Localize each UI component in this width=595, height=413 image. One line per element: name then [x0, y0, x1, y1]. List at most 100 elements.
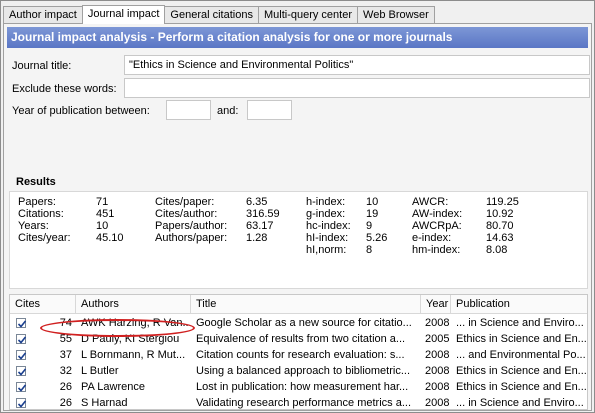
metric-value: 6.35 [246, 196, 268, 208]
metric-value: 10 [96, 220, 109, 232]
metric-label: Cites/year: [18, 232, 71, 244]
tab-author-impact[interactable]: Author impact [3, 6, 83, 23]
metric-label: AWCRpA: [412, 220, 462, 232]
metric-value: 45.10 [96, 232, 124, 244]
cell-title: Citation counts for research evaluation:… [196, 349, 405, 361]
row-checkbox[interactable] [16, 334, 27, 344]
metric-label: Cites/paper: [155, 196, 215, 208]
cell-cites: 74 [59, 317, 72, 329]
journal-impact-panel: Journal impact analysis - Perform a cita… [3, 23, 592, 411]
cell-publication: ... in Science and Enviro... [456, 397, 584, 409]
cell-title: Using a balanced approach to bibliometri… [196, 365, 411, 377]
cell-title: Validating research performance metrics … [196, 397, 411, 409]
exclude-words-input[interactable] [124, 78, 590, 98]
cell-year: 2005 [425, 333, 450, 345]
journal-title-input[interactable]: "Ethics in Science and Environmental Pol… [124, 55, 590, 75]
metric-value: 80.70 [486, 220, 514, 232]
metric-label: AW-index: [412, 208, 463, 220]
table-row[interactable]: 26 PA Lawrence Lost in publication: how me… [10, 379, 587, 395]
exclude-words-label: Exclude these words: [12, 83, 117, 95]
cell-publication: ... and Environmental Po... [456, 349, 586, 361]
tab-bar: Author impact Journal impact General cit… [3, 5, 435, 24]
row-checkbox[interactable] [16, 318, 27, 328]
cell-title: Google Scholar as a new source for citat… [196, 317, 412, 329]
column-header-publication[interactable]: Publication [451, 295, 587, 314]
table-row[interactable]: 74 AWK Harzing, R Van... Google Scholar as… [10, 315, 587, 331]
year-from-input[interactable] [166, 100, 211, 120]
table-row[interactable]: 32 L Butler Using a balanced approach to b… [10, 363, 587, 379]
column-header-cites[interactable]: Cites [10, 295, 76, 314]
year-to-input[interactable] [247, 100, 292, 120]
cell-year: 2008 [425, 365, 450, 377]
cell-title: Lost in publication: how measurement har… [196, 381, 409, 393]
metric-value: 19 [366, 208, 379, 220]
metric-value: 451 [96, 208, 115, 220]
cell-authors: L Bornmann, R Mut... [81, 349, 186, 361]
cell-year: 2008 [425, 397, 450, 409]
cell-year: 2008 [425, 317, 450, 329]
metric-value: 71 [96, 196, 109, 208]
metric-label: h-index: [306, 196, 346, 208]
metric-label: AWCR: [412, 196, 449, 208]
metric-value: 9 [366, 220, 373, 232]
cell-cites: 37 [59, 349, 72, 361]
metric-label: Years: [18, 220, 49, 232]
metric-value: 14.63 [486, 232, 514, 244]
cell-publication: ... in Science and Enviro... [456, 317, 584, 329]
cell-publication: Ethics in Science and En... [456, 381, 587, 393]
metric-label: Papers/author: [155, 220, 228, 232]
tab-web-browser[interactable]: Web Browser [357, 6, 435, 23]
metric-value: 8.08 [486, 244, 508, 256]
metric-value: 119.25 [486, 196, 519, 208]
row-checkbox[interactable] [16, 350, 27, 360]
row-checkbox[interactable] [16, 398, 27, 408]
cell-authors: AWK Harzing, R Van... [81, 317, 189, 329]
cell-publication: Ethics in Science and En... [456, 333, 587, 345]
column-header-title[interactable]: Title [191, 295, 421, 314]
metric-value: 316.59 [246, 208, 280, 220]
app-window: Author impact Journal impact General cit… [0, 0, 595, 413]
cell-publication: Ethics in Science and En... [456, 365, 587, 377]
table-row[interactable]: 37 L Bornmann, R Mut... Citation counts fo… [10, 347, 587, 363]
results-metrics: Papers: 71 Citations: 451 Years: 10 Cite… [9, 191, 588, 289]
metric-value: 10.92 [486, 208, 514, 220]
metric-value: 1.28 [246, 232, 268, 244]
panel-header: Journal impact analysis - Perform a cita… [7, 27, 588, 48]
and-label: and: [217, 105, 239, 117]
metric-value: 10 [366, 196, 379, 208]
results-table: Cites Authors Title Year Publication 74 A… [9, 294, 588, 410]
metric-label: hI-index: [306, 232, 349, 244]
metric-label: hm-index: [412, 244, 461, 256]
metric-value: 8 [366, 244, 373, 256]
column-header-year[interactable]: Year [421, 295, 451, 314]
column-header-authors[interactable]: Authors [76, 295, 191, 314]
metric-label: Authors/paper: [155, 232, 228, 244]
cell-cites: 26 [59, 397, 72, 409]
row-checkbox[interactable] [16, 366, 27, 376]
cell-title: Equivalence of results from two citation… [196, 333, 406, 345]
metric-label: Cites/author: [155, 208, 218, 220]
tab-general-citations[interactable]: General citations [164, 6, 259, 23]
cell-authors: L Butler [81, 365, 119, 377]
tab-multi-query-center[interactable]: Multi-query center [257, 6, 359, 23]
metric-label: e-index: [412, 232, 452, 244]
tab-journal-impact[interactable]: Journal impact [81, 5, 166, 24]
results-heading: Results [16, 176, 56, 188]
metric-value: 5.26 [366, 232, 388, 244]
cell-cites: 32 [59, 365, 72, 377]
table-row[interactable]: 26 S Harnad Validating research performanc… [10, 395, 587, 409]
metric-value: 63.17 [246, 220, 274, 232]
cell-authors: S Harnad [81, 397, 128, 409]
journal-title-label: Journal title: [12, 60, 72, 72]
table-header: Cites Authors Title Year Publication [10, 295, 587, 314]
metric-label: hI,norm: [306, 244, 347, 256]
year-range-label: Year of publication between: [12, 105, 150, 117]
cell-authors: D Pauly, KI Stergiou [81, 333, 180, 345]
metric-label: Citations: [18, 208, 64, 220]
row-checkbox[interactable] [16, 382, 27, 392]
cell-cites: 55 [59, 333, 72, 345]
cell-cites: 26 [59, 381, 72, 393]
metric-label: g-index: [306, 208, 346, 220]
metric-label: hc-index: [306, 220, 351, 232]
table-row[interactable]: 55 D Pauly, KI Stergiou Equivalence of res… [10, 331, 587, 347]
